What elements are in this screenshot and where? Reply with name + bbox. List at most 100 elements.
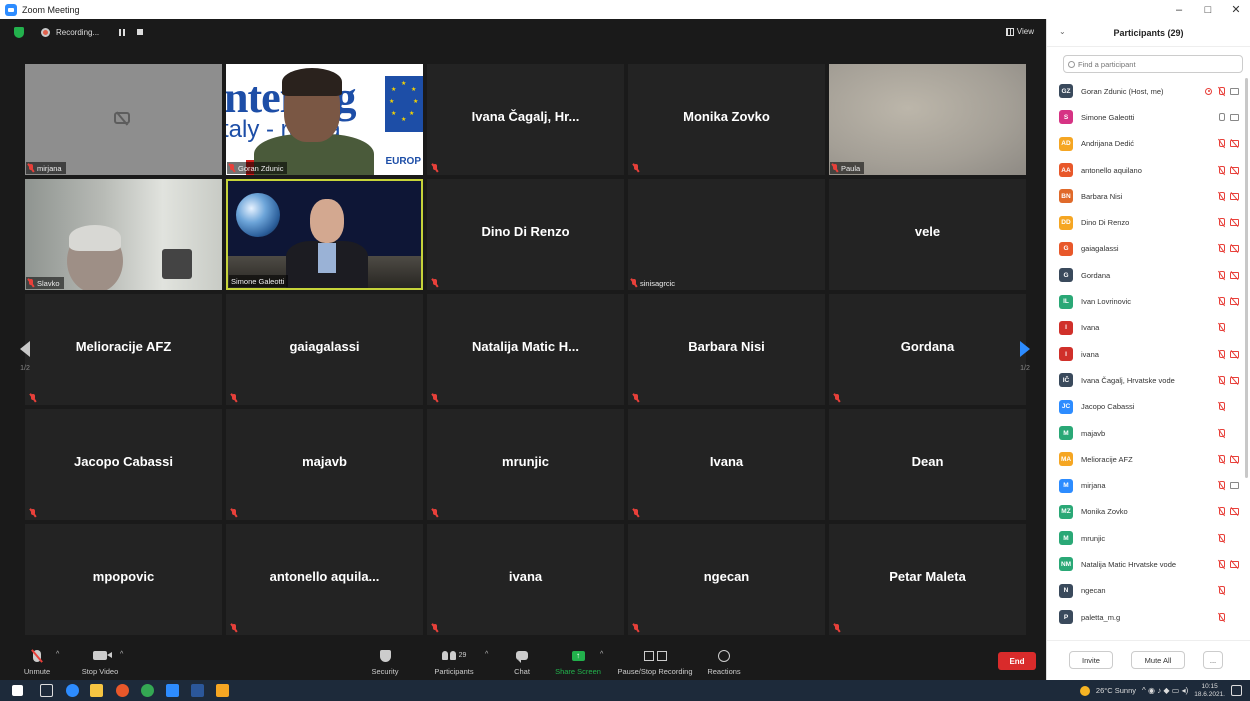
video-tile[interactable]: Jacopo Cabassi bbox=[25, 409, 222, 520]
camera-off-icon[interactable] bbox=[1230, 376, 1239, 384]
mic-muted-icon[interactable] bbox=[1218, 270, 1225, 280]
stop-video-button[interactable]: Stop Video bbox=[74, 643, 126, 681]
mic-muted-icon[interactable] bbox=[1218, 165, 1225, 175]
participant-row[interactable]: Ggaiagalassi bbox=[1057, 236, 1243, 262]
video-options-caret[interactable]: ^ bbox=[120, 651, 123, 658]
zoom-taskbar-icon[interactable] bbox=[166, 684, 179, 697]
participant-row[interactable]: BN Barbara Nisi bbox=[1057, 183, 1243, 209]
task-view-icon[interactable] bbox=[40, 684, 53, 697]
participant-row[interactable]: G Gordana bbox=[1057, 262, 1243, 288]
mic-muted-icon[interactable] bbox=[1218, 454, 1225, 464]
weather-text[interactable]: 26°C Sunny bbox=[1096, 686, 1136, 695]
mic-muted-icon[interactable] bbox=[1218, 507, 1225, 516]
video-tile[interactable]: Ivana Čagalj, Hr... bbox=[427, 64, 624, 175]
participant-row[interactable]: Iivana bbox=[1057, 341, 1243, 367]
mic-muted-icon[interactable] bbox=[1218, 533, 1225, 543]
stop-recording-icon[interactable] bbox=[137, 29, 144, 35]
video-tile[interactable]: Paula bbox=[829, 64, 1026, 175]
camera-off-icon[interactable] bbox=[1230, 560, 1239, 568]
mic-muted-icon[interactable] bbox=[1218, 481, 1225, 490]
video-tile[interactable]: Dino Di Renzo bbox=[427, 179, 624, 290]
video-tile[interactable]: mpopovic bbox=[25, 524, 222, 635]
video-tile[interactable]: Melioracije AFZ bbox=[25, 294, 222, 405]
camera-off-icon[interactable] bbox=[1230, 508, 1239, 516]
tray-icons[interactable]: ^ ◉ ♪ ◆ ▭ ◂) bbox=[1142, 686, 1188, 695]
participant-row[interactable]: Mmajavb bbox=[1057, 420, 1243, 446]
participant-row[interactable]: Nngecan bbox=[1057, 578, 1243, 604]
video-tile[interactable]: antonello aquila... bbox=[226, 524, 423, 635]
camera-off-icon[interactable] bbox=[1230, 219, 1239, 227]
mic-muted-icon[interactable] bbox=[1218, 349, 1225, 359]
video-tile[interactable]: sinisagrcic bbox=[628, 179, 825, 290]
mute-all-button[interactable]: Mute All bbox=[1131, 651, 1185, 669]
video-tile[interactable]: vele bbox=[829, 179, 1026, 290]
app-icon[interactable] bbox=[216, 684, 229, 697]
video-tile[interactable]: Monika Zovko bbox=[628, 64, 825, 175]
mic-muted-icon[interactable] bbox=[1218, 559, 1225, 569]
participant-row[interactable]: IČ Ivana Čagalj, Hrvatske vode bbox=[1057, 367, 1243, 393]
mic-muted-icon[interactable] bbox=[1218, 218, 1225, 227]
pause-recording-icon[interactable] bbox=[119, 28, 126, 36]
edge-browser-icon[interactable] bbox=[66, 684, 79, 697]
participant-row[interactable]: JC Jacopo Cabassi bbox=[1057, 394, 1243, 420]
camera-icon[interactable] bbox=[1230, 113, 1239, 121]
active-speaker-tile[interactable]: Simone Galeotti bbox=[226, 179, 423, 290]
pause-stop-recording-button[interactable]: Pause/Stop Recording bbox=[615, 643, 695, 681]
participant-search[interactable] bbox=[1063, 55, 1243, 73]
video-tile[interactable]: mirjana bbox=[25, 64, 222, 175]
participants-options-caret[interactable]: ^ bbox=[485, 651, 488, 658]
video-tile[interactable]: gaiagalassi bbox=[226, 294, 423, 405]
panel-scrollbar[interactable] bbox=[1245, 78, 1248, 478]
share-screen-button[interactable]: ↑ Share Screen bbox=[554, 643, 602, 681]
participant-row[interactable]: Ppaletta_m.g bbox=[1057, 604, 1243, 630]
camera-icon[interactable] bbox=[1230, 482, 1239, 490]
video-tile[interactable]: Natalija Matic H... bbox=[427, 294, 624, 405]
participant-row[interactable]: GZ Goran Zdunic (Host, me) bbox=[1057, 78, 1243, 104]
video-tile[interactable]: ngecan bbox=[628, 524, 825, 635]
clock[interactable]: 10:15 18.6.2021. bbox=[1194, 683, 1225, 699]
more-options-button[interactable]: ... bbox=[1203, 651, 1223, 669]
mic-muted-icon[interactable] bbox=[1218, 86, 1225, 96]
chat-button[interactable]: Chat bbox=[505, 643, 539, 681]
invite-button[interactable]: Invite bbox=[1069, 651, 1113, 669]
word-icon[interactable] bbox=[191, 684, 204, 697]
mic-muted-icon[interactable] bbox=[1218, 139, 1225, 148]
participant-row[interactable]: I Ivana bbox=[1057, 315, 1243, 341]
camera-off-icon[interactable] bbox=[1230, 455, 1239, 463]
camera-off-icon[interactable] bbox=[1230, 298, 1239, 306]
video-tile[interactable]: Barbara Nisi bbox=[628, 294, 825, 405]
chrome-icon[interactable] bbox=[141, 684, 154, 697]
mic-muted-icon[interactable] bbox=[1218, 586, 1225, 595]
participant-row[interactable]: S Simone Galeotti bbox=[1057, 104, 1243, 130]
participant-row[interactable]: MZ Monika Zovko bbox=[1057, 499, 1243, 525]
mic-muted-icon[interactable] bbox=[1218, 297, 1225, 306]
mic-muted-icon[interactable] bbox=[1218, 402, 1225, 411]
video-tile[interactable]: Petar Maleta bbox=[829, 524, 1026, 635]
windows-start-icon[interactable] bbox=[12, 685, 23, 696]
camera-off-icon[interactable] bbox=[1230, 192, 1239, 200]
participant-row[interactable]: Mmrunjic bbox=[1057, 525, 1243, 551]
camera-off-icon[interactable] bbox=[1230, 140, 1239, 148]
camera-off-icon[interactable] bbox=[1230, 166, 1239, 174]
camera-off-icon[interactable] bbox=[1230, 245, 1239, 253]
video-tile[interactable]: nterreg taly - roatia ★★ ★★ ★★ ★★ EUROP … bbox=[226, 64, 423, 175]
firefox-icon[interactable] bbox=[116, 684, 129, 697]
video-tile[interactable]: Gordana bbox=[829, 294, 1026, 405]
participant-row[interactable]: AA antonello aquilano bbox=[1057, 157, 1243, 183]
encryption-shield-icon[interactable] bbox=[14, 26, 24, 38]
previous-page-button[interactable]: 1/2 bbox=[14, 341, 36, 372]
view-button[interactable]: View bbox=[1005, 27, 1034, 36]
video-tile[interactable]: mrunjic bbox=[427, 409, 624, 520]
video-tile[interactable]: Ivana bbox=[628, 409, 825, 520]
minimize-button[interactable]: – bbox=[1167, 0, 1191, 19]
security-button[interactable]: Security bbox=[364, 643, 406, 681]
video-tile[interactable]: majavb bbox=[226, 409, 423, 520]
search-input[interactable] bbox=[1078, 59, 1228, 69]
notification-icon[interactable] bbox=[1231, 685, 1242, 696]
participant-row[interactable]: NM Natalija Matic Hrvatske vode bbox=[1057, 551, 1243, 577]
mic-muted-icon[interactable] bbox=[1218, 612, 1225, 622]
end-meeting-button[interactable]: End bbox=[998, 652, 1036, 670]
mic-icon[interactable] bbox=[1218, 112, 1225, 122]
close-button[interactable]: ✕ bbox=[1224, 0, 1248, 19]
mic-muted-icon[interactable] bbox=[1218, 191, 1225, 201]
